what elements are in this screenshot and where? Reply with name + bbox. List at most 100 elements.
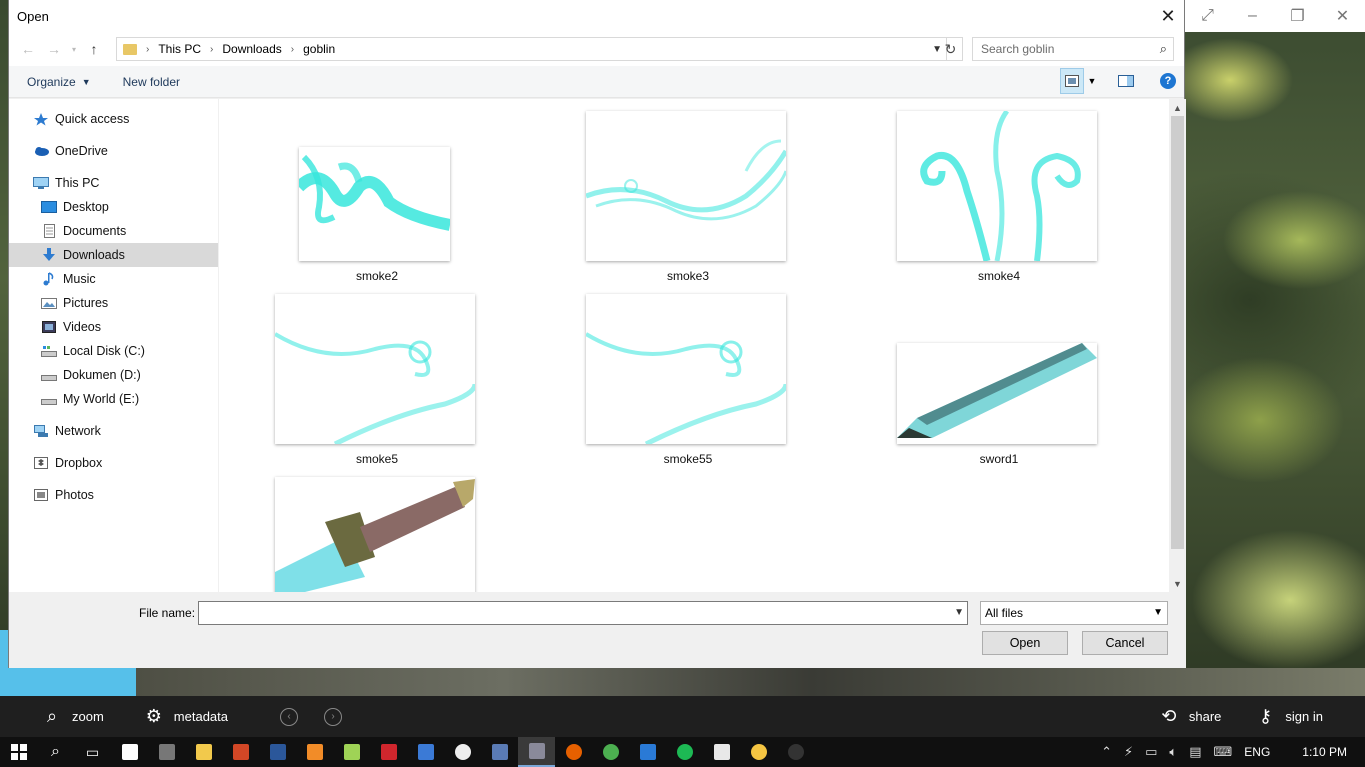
chevron-down-icon[interactable]: ▼ <box>954 607 964 618</box>
chevron-right-icon[interactable]: › <box>143 44 152 55</box>
vertical-scrollbar[interactable]: ▲ ▼ <box>1169 99 1186 592</box>
sidebar-item-music[interactable]: Music <box>9 267 218 291</box>
powerpoint-app[interactable] <box>222 737 259 767</box>
restore-icon[interactable]: ❐ <box>1278 6 1318 26</box>
new-folder-button[interactable]: New folder <box>107 75 196 89</box>
scroll-up-icon[interactable]: ▲ <box>1169 99 1186 116</box>
breadcrumb-goblin[interactable]: goblin <box>297 42 341 56</box>
file-thumbnail-smoke55[interactable] <box>586 294 786 444</box>
chevron-right-icon[interactable]: › <box>288 44 297 55</box>
file-type-select[interactable]: All files ▼ <box>980 601 1168 625</box>
file-name[interactable]: smoke5 <box>272 452 482 466</box>
back-button[interactable]: ← <box>15 36 41 62</box>
refresh-button[interactable]: ↻ <box>939 37 963 61</box>
up-button[interactable]: ↑ <box>81 36 107 62</box>
network-icon[interactable]: ⚡ <box>1124 744 1133 760</box>
media-app[interactable] <box>444 737 481 767</box>
clock[interactable]: 1:10 PM <box>1302 745 1347 759</box>
address-bar[interactable]: › This PC › Downloads › goblin ▼ <box>116 37 947 61</box>
file-name[interactable]: sword1 <box>894 452 1104 466</box>
previous-button[interactable]: ‹ <box>280 707 298 726</box>
editor-app[interactable] <box>703 737 740 767</box>
opera-app[interactable] <box>666 737 703 767</box>
paint-app[interactable] <box>296 737 333 767</box>
file-name[interactable]: smoke2 <box>272 269 482 283</box>
preview-pane-button[interactable] <box>1114 68 1138 94</box>
file-name[interactable]: smoke55 <box>583 452 793 466</box>
sidebar-item-videos[interactable]: Videos <box>9 315 218 339</box>
sidebar-item-local-disk-c[interactable]: Local Disk (C:) <box>9 339 218 363</box>
language-indicator[interactable]: ENG <box>1244 745 1270 759</box>
keyboard-icon[interactable]: ⌨ <box>1214 744 1233 760</box>
dialog-close-button[interactable]: ✕ <box>1152 0 1184 32</box>
file-explorer-app[interactable] <box>185 737 222 767</box>
firefox-app[interactable] <box>555 737 592 767</box>
writer-app[interactable] <box>407 737 444 767</box>
close-icon[interactable]: ✕ <box>1323 6 1363 26</box>
downloader-app[interactable] <box>370 737 407 767</box>
emoji-app[interactable] <box>740 737 777 767</box>
file-name[interactable]: smoke4 <box>894 269 1104 283</box>
file-thumbnail-smoke2[interactable] <box>299 147 450 261</box>
change-view-button[interactable] <box>1060 68 1084 94</box>
sidebar-item-photos[interactable]: Photos <box>9 483 218 507</box>
zoom-button[interactable]: ⌕ zoom <box>42 706 104 727</box>
fullscreen-icon[interactable]: ⤢ <box>1188 7 1228 25</box>
forward-button[interactable]: → <box>41 36 67 62</box>
notification-icon[interactable]: ▤ <box>1189 744 1201 760</box>
minimize-icon[interactable]: – <box>1233 7 1273 25</box>
sidebar-item-downloads[interactable]: Downloads <box>9 243 218 267</box>
view-options-button[interactable]: ▼ <box>1084 68 1100 94</box>
cancel-button[interactable]: Cancel <box>1082 631 1168 655</box>
chevron-right-icon[interactable]: › <box>207 44 216 55</box>
help-button[interactable]: ? <box>1160 73 1176 89</box>
breadcrumb-this-pc[interactable]: This PC <box>152 42 207 56</box>
chevron-up-icon[interactable]: ⌃ <box>1101 744 1112 760</box>
sidebar-item-this-pc[interactable]: This PC <box>9 171 218 195</box>
metadata-button[interactable]: ⚙ metadata <box>144 706 228 727</box>
game-app[interactable] <box>777 737 814 767</box>
volume-icon[interactable]: 🔈︎ <box>1169 744 1177 760</box>
breadcrumb-downloads[interactable]: Downloads <box>216 42 287 56</box>
file-thumbnail-sword1[interactable] <box>897 343 1097 444</box>
search-icon: ⌕ <box>51 743 60 760</box>
remote-app[interactable] <box>629 737 666 767</box>
photos-icon <box>33 488 49 502</box>
organize-button[interactable]: Organize ▼ <box>9 75 107 89</box>
start-button[interactable] <box>0 737 37 767</box>
sidebar-item-documents[interactable]: Documents <box>9 219 218 243</box>
scroll-down-icon[interactable]: ▼ <box>1169 575 1186 592</box>
file-name[interactable]: smoke3 <box>583 269 793 283</box>
sidebar-item-my-world-e[interactable]: My World (E:) <box>9 387 218 411</box>
word-app[interactable] <box>259 737 296 767</box>
sidebar-item-onedrive[interactable]: OneDrive <box>9 139 218 163</box>
notes-app[interactable] <box>481 737 518 767</box>
task-view-button[interactable]: ▭ <box>74 737 111 767</box>
file-name-input[interactable]: ▼ <box>198 601 968 625</box>
command-toolbar: Organize ▼ New folder ▼ ? <box>9 66 1184 98</box>
open-button[interactable]: Open <box>982 631 1068 655</box>
sidebar-item-pictures[interactable]: Pictures <box>9 291 218 315</box>
photos-app[interactable] <box>518 737 555 767</box>
battery-icon[interactable]: ▭ <box>1145 744 1157 760</box>
sign-in-button[interactable]: ⚷ sign in <box>1255 706 1323 727</box>
file-thumbnail-smoke3[interactable] <box>586 111 786 261</box>
scrollbar-thumb[interactable] <box>1171 116 1184 549</box>
file-thumbnail-sword2[interactable] <box>275 477 475 592</box>
search-button[interactable]: ⌕ <box>37 737 74 767</box>
file-thumbnail-smoke4[interactable] <box>897 111 1097 261</box>
next-button[interactable]: › <box>324 707 342 726</box>
sidebar-item-network[interactable]: Network <box>9 419 218 443</box>
file-thumbnail-smoke5[interactable] <box>275 294 475 444</box>
search-input[interactable]: Search goblin ⌕ <box>972 37 1174 61</box>
recent-locations-button[interactable]: ▾ <box>67 36 81 62</box>
sidebar-item-desktop[interactable]: Desktop <box>9 195 218 219</box>
sidebar-item-dokumen-d[interactable]: Dokumen (D:) <box>9 363 218 387</box>
share-button[interactable]: ⟲ share <box>1159 706 1221 727</box>
sidebar-item-dropbox[interactable]: Dropbox <box>9 451 218 475</box>
sidebar-item-quick-access[interactable]: Quick access <box>9 107 218 131</box>
tiles-app[interactable] <box>333 737 370 767</box>
settings-app[interactable] <box>148 737 185 767</box>
chrome-app[interactable] <box>592 737 629 767</box>
store-app[interactable] <box>111 737 148 767</box>
